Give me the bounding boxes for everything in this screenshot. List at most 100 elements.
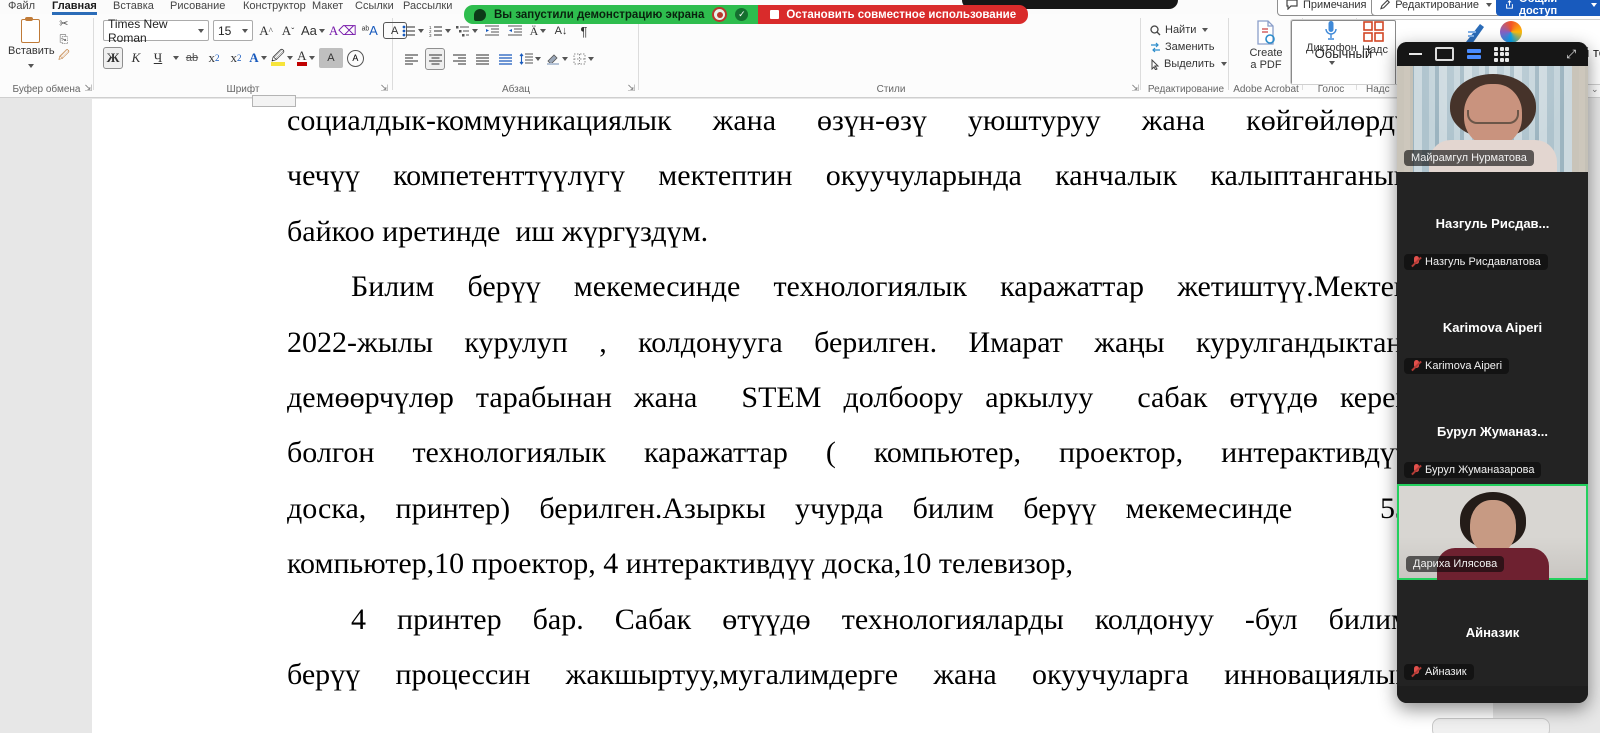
chevron-down-icon bbox=[173, 56, 179, 60]
participant-tile-video[interactable]: Майрамгул Нурматова bbox=[1397, 66, 1588, 172]
text-effects-button[interactable]: А bbox=[249, 48, 267, 68]
bullets-button[interactable] bbox=[402, 21, 424, 41]
gallery-view-icon[interactable] bbox=[1494, 47, 1509, 62]
tab-draw[interactable]: Рисование bbox=[170, 0, 225, 12]
select-button[interactable]: Выделить bbox=[1150, 58, 1227, 70]
chevron-down-icon bbox=[287, 56, 293, 60]
line-spacing-button[interactable] bbox=[519, 49, 541, 69]
chevron-down-icon bbox=[319, 29, 325, 33]
replace-button[interactable]: Заменить bbox=[1150, 41, 1227, 53]
clipboard-dialog-launcher[interactable]: ⇲ bbox=[84, 83, 92, 94]
tab-design[interactable]: Конструктор bbox=[243, 0, 306, 12]
grow-font-button[interactable]: А^ bbox=[257, 21, 275, 41]
voice-group: Диктофон Голос bbox=[1306, 14, 1356, 96]
bold-button[interactable]: Ж bbox=[103, 47, 123, 69]
enclose-characters-button[interactable]: А bbox=[347, 50, 364, 67]
italic-button[interactable]: К bbox=[127, 48, 145, 68]
doc-line[interactable]: социалдык-коммуникациялык жана өзүн-өзү … bbox=[287, 93, 1410, 148]
security-shield-icon[interactable]: ✓ bbox=[735, 8, 748, 21]
superscript-button[interactable]: x2 bbox=[227, 48, 245, 68]
ribbon-collapse-icon[interactable]: ⌄ bbox=[1591, 84, 1599, 95]
multilevel-list-button[interactable] bbox=[456, 21, 478, 41]
align-right-button[interactable] bbox=[450, 49, 468, 69]
tab-layout[interactable]: Макет bbox=[312, 0, 343, 12]
align-center-button[interactable] bbox=[425, 48, 445, 70]
find-button[interactable]: Найти bbox=[1150, 24, 1227, 36]
font-name-combo[interactable]: Times New Roman bbox=[103, 20, 209, 41]
decrease-indent-button[interactable] bbox=[483, 21, 501, 41]
participant-tile-active-speaker[interactable]: Дариха Илясова bbox=[1397, 484, 1588, 580]
strikethrough-button[interactable]: ab bbox=[183, 48, 201, 68]
doc-line[interactable]: 2022-жылы курулуп , колдонууга берилген.… bbox=[287, 315, 1410, 370]
participant-tile[interactable]: Назгуль Рисдав... Назгуль Рисдавлатова bbox=[1397, 172, 1588, 276]
distribute-button[interactable] bbox=[496, 49, 514, 69]
borders-button[interactable] bbox=[573, 49, 594, 69]
font-size-combo[interactable]: 15 bbox=[213, 20, 253, 41]
doc-line[interactable]: болгон технологиялык каражаттар ( компью… bbox=[287, 425, 1410, 480]
shrink-font-button[interactable]: Аˇ bbox=[279, 21, 297, 41]
styles-dialog-launcher[interactable]: ⇲ bbox=[1131, 83, 1139, 94]
align-left-button[interactable] bbox=[402, 49, 420, 69]
asian-layout-button[interactable]: Ä bbox=[529, 21, 547, 41]
increase-indent-button[interactable] bbox=[506, 21, 524, 41]
expand-icon[interactable]: ⤢ bbox=[1566, 47, 1576, 62]
participant-nametag: Дариха Илясова bbox=[1406, 556, 1504, 572]
document-page[interactable]: социалдык-коммуникациялык жана өзүн-өзү … bbox=[92, 99, 1493, 733]
editing-mode-button[interactable]: Редактирование bbox=[1371, 0, 1501, 16]
minimized-view-icon[interactable] bbox=[1435, 47, 1454, 61]
participant-nametag: Майрамгул Нурматова bbox=[1404, 150, 1534, 166]
copy-button[interactable]: ⎘ bbox=[59, 34, 68, 47]
copilot-icon[interactable] bbox=[1500, 21, 1522, 43]
font-color-button[interactable]: А bbox=[297, 48, 315, 68]
sort-button[interactable]: А↓ bbox=[552, 21, 570, 41]
paragraph-dialog-launcher[interactable]: ⇲ bbox=[627, 83, 635, 94]
doc-line[interactable]: байкоо иретинде иш жүргүздүм. bbox=[287, 204, 1410, 259]
font-dialog-launcher[interactable]: ⇲ bbox=[380, 83, 388, 94]
participant-tile[interactable]: Айназик Айназик bbox=[1397, 580, 1588, 686]
share-document-button[interactable]: Общий доступ bbox=[1496, 0, 1600, 16]
character-shading-button[interactable]: А bbox=[319, 48, 343, 68]
doc-line[interactable]: Билим берүү мекемесинде технологиялык ка… bbox=[287, 259, 1410, 314]
phonetic-guide-button[interactable]: ᵃᵇA bbox=[361, 21, 379, 41]
chevron-down-icon bbox=[242, 29, 248, 33]
show-marks-button[interactable]: ¶ bbox=[575, 21, 593, 41]
stop-share-button[interactable]: Остановить совместное использование bbox=[758, 5, 1028, 24]
chevron-down-icon bbox=[198, 29, 204, 33]
tab-references[interactable]: Ссылки bbox=[355, 0, 394, 12]
justify-button[interactable] bbox=[473, 49, 491, 69]
doc-line[interactable]: чечүү компетенттүүлүгү мектептин окуучул… bbox=[287, 148, 1410, 203]
tab-file[interactable]: Файл bbox=[8, 0, 35, 12]
addins-button[interactable]: Надс bbox=[1362, 20, 1388, 56]
paste-button[interactable]: Вставить bbox=[8, 19, 52, 75]
record-icon[interactable] bbox=[712, 7, 727, 22]
shading-button[interactable] bbox=[546, 49, 568, 69]
dictate-button[interactable]: Диктофон bbox=[1306, 20, 1356, 72]
participant-tile[interactable]: Бурул Жуманаз... Бурул Жуманазарова bbox=[1397, 380, 1588, 484]
doc-line[interactable]: берүү процессин жакшыртуу,мугалимдерге ж… bbox=[287, 647, 1410, 702]
speaker-view-icon[interactable] bbox=[1467, 49, 1481, 59]
clipboard-group: Вставить ✂ ⎘ 🖉 Буфер обмена ⇲ bbox=[0, 14, 93, 96]
create-pdf-button[interactable]: Createa PDF bbox=[1232, 20, 1300, 71]
tab-home[interactable]: Главная bbox=[52, 0, 97, 15]
format-painter-button[interactable]: 🖉 bbox=[58, 50, 70, 63]
subscript-button[interactable]: x2 bbox=[205, 48, 223, 68]
tab-mailings[interactable]: Рассылки bbox=[403, 0, 452, 12]
change-case-button[interactable]: Aa bbox=[301, 21, 325, 41]
minimize-icon[interactable] bbox=[1409, 53, 1422, 55]
zoom-share-icon bbox=[474, 9, 486, 21]
clear-formatting-button[interactable]: А⌫ bbox=[329, 21, 357, 41]
numbering-button[interactable]: 123 bbox=[429, 21, 451, 41]
doc-line[interactable]: демөөрчүлөр тарабынан жана STEM долбоору… bbox=[287, 370, 1410, 425]
participant-tile[interactable]: Karimova Aiperi Karimova Aiperi bbox=[1397, 276, 1588, 380]
chevron-down-icon bbox=[540, 29, 546, 33]
ruler-marker bbox=[252, 95, 296, 107]
tab-insert[interactable]: Вставка bbox=[113, 0, 154, 12]
cut-button[interactable]: ✂ bbox=[59, 18, 68, 31]
underline-button[interactable]: Ч bbox=[149, 48, 167, 68]
chevron-down-icon bbox=[535, 57, 541, 61]
doc-line[interactable]: доска, принтер) берилген.Азыркы учурда б… bbox=[287, 481, 1410, 536]
doc-line[interactable]: 4 принтер бар. Сабак өтүүдө технологияла… bbox=[287, 592, 1410, 647]
doc-line[interactable]: компьютер,10 проектор, 4 интерактивдүү д… bbox=[287, 536, 1410, 591]
comments-button[interactable]: Примечания bbox=[1277, 0, 1379, 16]
highlight-button[interactable]: 🖉 bbox=[271, 48, 293, 68]
